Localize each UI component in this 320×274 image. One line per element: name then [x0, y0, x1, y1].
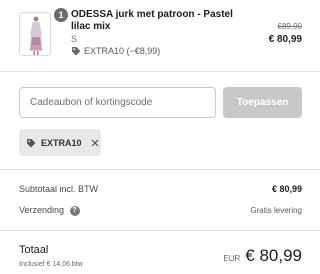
product-image — [20, 13, 50, 55]
tag-icon — [26, 138, 36, 148]
original-price: €89,90 — [277, 22, 302, 31]
quantity-badge: 1 — [54, 8, 68, 22]
product-discount-label: EXTRA10 (−€8,99) — [84, 46, 161, 56]
tax-note: Inclusief € 14,06 btw — [19, 261, 83, 268]
discount-code-input[interactable] — [19, 87, 216, 118]
divider — [0, 169, 320, 170]
product-thumbnail[interactable] — [19, 12, 51, 56]
product-variant: S — [71, 34, 78, 44]
product-discount: EXTRA10 (−€8,99) — [71, 46, 160, 56]
shipping-label: Verzending — [19, 205, 65, 215]
divider — [0, 230, 320, 231]
total-value: EUR € 80,99 — [223, 246, 302, 266]
tag-icon — [71, 46, 81, 56]
cart-line-item: 1 ODESSA jurk met patroon - Pastel lilac… — [19, 8, 302, 62]
discounted-price: € 80,99 — [268, 34, 302, 45]
shipping-row: Verzending ? Gratis levering — [19, 205, 302, 216]
subtotal-label: Subtotaal incl. BTW — [19, 184, 99, 194]
product-name: ODESSA jurk met patroon - Pastel lilac m… — [71, 9, 233, 32]
shipping-label-group: Verzending ? — [19, 205, 80, 216]
divider — [0, 71, 320, 72]
apply-discount-button[interactable]: Toepassen — [223, 87, 302, 118]
subtotal-row: Subtotaal incl. BTW € 80,99 — [19, 184, 302, 194]
shipping-value: Gratis levering — [250, 205, 302, 215]
applied-discount-code: EXTRA10 — [41, 137, 82, 148]
currency-code: EUR — [223, 254, 241, 263]
applied-discount-chip: EXTRA10 — [19, 129, 101, 156]
total-label: Totaal — [19, 244, 49, 256]
help-icon[interactable]: ? — [69, 205, 80, 216]
close-icon[interactable] — [90, 138, 100, 148]
subtotal-value: € 80,99 — [271, 184, 302, 194]
total-amount: € 80,99 — [245, 246, 302, 265]
